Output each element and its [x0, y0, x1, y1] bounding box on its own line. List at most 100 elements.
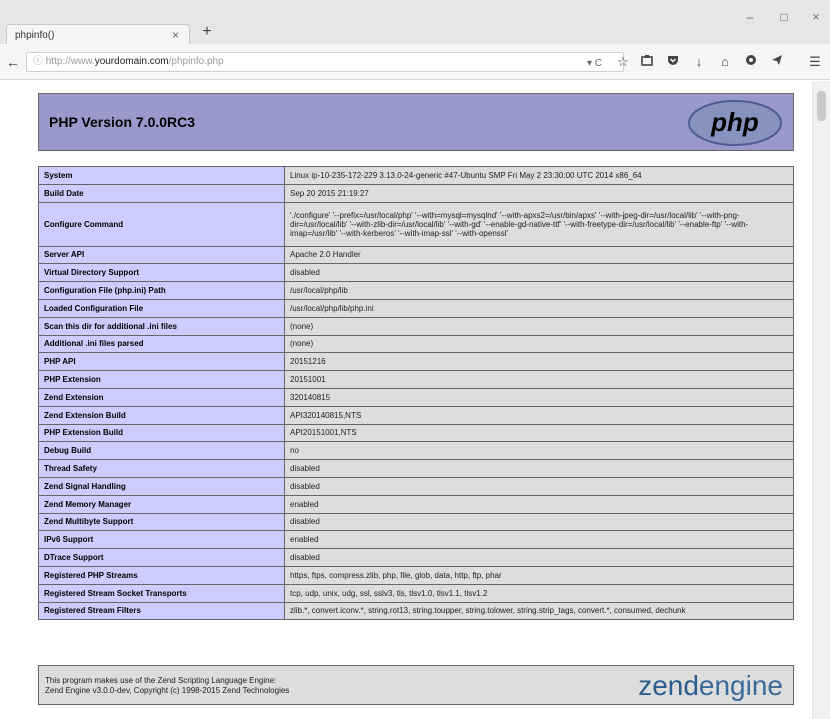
bookmark-star-icon[interactable]: ☆ — [614, 53, 632, 71]
maximize-button[interactable]: □ — [772, 10, 796, 24]
info-value: 320140815 — [284, 387, 794, 407]
info-value: enabled — [284, 494, 794, 514]
info-row: Server API Apache 2.0 Handler — [38, 245, 794, 265]
info-key: Zend Signal Handling — [38, 476, 285, 496]
info-value: Linux ip-10-235-172-229 3.13.0-24-generi… — [284, 166, 794, 185]
info-row: PHP Extension Build API20151001,NTS — [38, 423, 794, 443]
tab-close-icon[interactable]: × — [172, 28, 179, 42]
info-key: PHP Extension Build — [38, 423, 285, 443]
info-key: Zend Memory Manager — [38, 494, 285, 514]
info-value: tcp, udp, unix, udg, ssl, sslv3, tls, tl… — [284, 583, 794, 603]
info-row: Registered Stream Socket Transports tcp, … — [38, 583, 794, 603]
info-icon[interactable]: ⓘ — [33, 53, 43, 71]
info-value: disabled — [284, 263, 794, 283]
sync-icon[interactable] — [742, 53, 760, 71]
page-content: PHP Version 7.0.0RC3 php System Linux ip-… — [0, 81, 812, 719]
scrollbar-thumb[interactable] — [817, 91, 826, 121]
url-domain: yourdomain.com — [94, 56, 169, 67]
info-value: enabled — [284, 530, 794, 550]
info-key: Thread Safety — [38, 459, 285, 478]
info-row: DTrace Support disabled — [38, 548, 794, 567]
info-key: IPv6 Support — [38, 530, 285, 550]
tab-title: phpinfo() — [15, 30, 55, 41]
info-row: Debug Build no — [38, 441, 794, 461]
tab-phpinfo[interactable]: phpinfo() × — [6, 24, 190, 46]
info-row: Zend Multibyte Support disabled — [38, 512, 794, 532]
info-row: Scan this dir for additional .ini files(… — [38, 316, 794, 336]
info-key: Registered PHP Streams — [38, 565, 285, 585]
download-icon[interactable]: ↓ — [690, 53, 708, 71]
php-logo-text: php — [710, 107, 759, 137]
info-key: Zend Multibyte Support — [38, 512, 285, 532]
url-path: /phpinfo.php — [168, 56, 224, 67]
info-row: PHP API 20151216 — [38, 352, 794, 372]
info-key: PHP API — [38, 352, 285, 372]
info-key: Additional .ini files parsed — [38, 334, 285, 354]
address-bar[interactable]: ⓘ http://www.yourdomain.com/phpinfo.php … — [26, 52, 624, 72]
info-value: disabled — [284, 459, 794, 478]
info-value: disabled — [284, 476, 794, 496]
info-value: /usr/local/php/lib — [284, 281, 794, 300]
info-row: IPv6 Support enabled — [38, 530, 794, 550]
zend-line-1: This program makes use of the Zend Scrip… — [45, 676, 277, 685]
engine-logo-word: engine — [698, 670, 783, 701]
info-row: Virtual Directory Support disabled — [38, 263, 794, 283]
info-key: Virtual Directory Support — [38, 263, 285, 283]
info-row: Registered PHP Streams https, ftps, compr… — [38, 565, 794, 585]
info-value: API20151001,NTS — [284, 423, 794, 443]
php-logo: php — [688, 100, 782, 146]
zend-credits: This program makes use of the Zend Scrip… — [45, 676, 289, 696]
info-key: Server API — [38, 245, 285, 265]
info-key: DTrace Support — [38, 548, 285, 567]
info-value: (none) — [284, 334, 794, 354]
info-key: Debug Build — [38, 441, 285, 461]
info-key: Configure Command — [38, 201, 285, 247]
zend-line-2: Zend Engine v3.0.0-dev, Copyright (c) 19… — [45, 686, 290, 695]
close-window-button[interactable]: × — [804, 10, 828, 24]
info-value: no — [284, 441, 794, 461]
library-icon[interactable] — [638, 53, 656, 71]
info-row: Loaded Configuration File/usr/local/php/… — [38, 298, 794, 318]
info-key: Configuration File (php.ini) Path — [38, 281, 285, 300]
info-value: /usr/local/php/lib/php.ini — [284, 298, 794, 318]
info-row: Configuration File (php.ini) Path/usr/lo… — [38, 281, 794, 300]
page-title: PHP Version 7.0.0RC3 — [49, 114, 196, 130]
php-info-table: System Linux ip-10-235-172-229 3.13.0-24-… — [38, 166, 794, 621]
info-value: zlib.*, convert.iconv.*, string.rot13, s… — [284, 601, 794, 621]
reload-icon[interactable]: ▾ C — [587, 55, 602, 73]
pocket-icon[interactable] — [664, 53, 682, 71]
title-bar: phpinfo() × + – □ × — [0, 0, 830, 46]
zend-logo-word: zend — [638, 670, 699, 701]
info-value: disabled — [284, 512, 794, 532]
info-key: System — [38, 166, 285, 185]
info-key: Scan this dir for additional .ini files — [38, 316, 285, 336]
home-icon[interactable]: ⌂ — [716, 53, 734, 71]
info-value: Sep 20 2015 21:19:27 — [284, 183, 794, 203]
info-row: Thread Safety disabled — [38, 459, 794, 478]
zend-engine-logo: zendengine — [638, 670, 783, 702]
info-row: Configure Command './configure' '--prefix… — [38, 201, 794, 247]
new-tab-button[interactable]: + — [198, 23, 216, 41]
info-row: Zend Extension Build API320140815,NTS — [38, 405, 794, 425]
info-key: PHP Extension — [38, 370, 285, 389]
info-row: PHP Extension 20151001 — [38, 370, 794, 389]
info-value: 20151216 — [284, 352, 794, 372]
info-row: Zend Extension 320140815 — [38, 387, 794, 407]
info-row: System Linux ip-10-235-172-229 3.13.0-24-… — [38, 166, 794, 185]
info-value: (none) — [284, 316, 794, 336]
info-value: './configure' '--prefix=/usr/local/php' … — [284, 201, 794, 247]
back-icon[interactable]: ← — [4, 53, 22, 71]
minimize-button[interactable]: – — [738, 10, 762, 24]
info-key: Zend Extension — [38, 387, 285, 407]
info-key: Registered Stream Filters — [38, 601, 285, 621]
info-key: Registered Stream Socket Transports — [38, 583, 285, 603]
menu-icon[interactable]: ☰ — [806, 53, 824, 71]
send-icon[interactable] — [768, 53, 786, 71]
info-value: 20151001 — [284, 370, 794, 389]
page-scrollbar[interactable] — [812, 81, 830, 719]
zend-engine-box: This program makes use of the Zend Scrip… — [38, 665, 794, 705]
info-row: Registered Stream Filters zlib.*, convert… — [38, 601, 794, 621]
php-version-header: PHP Version 7.0.0RC3 php — [38, 93, 794, 151]
info-value: disabled — [284, 548, 794, 567]
nav-bar: ← ⓘ http://www.yourdomain.com/phpinfo.ph… — [0, 44, 830, 80]
